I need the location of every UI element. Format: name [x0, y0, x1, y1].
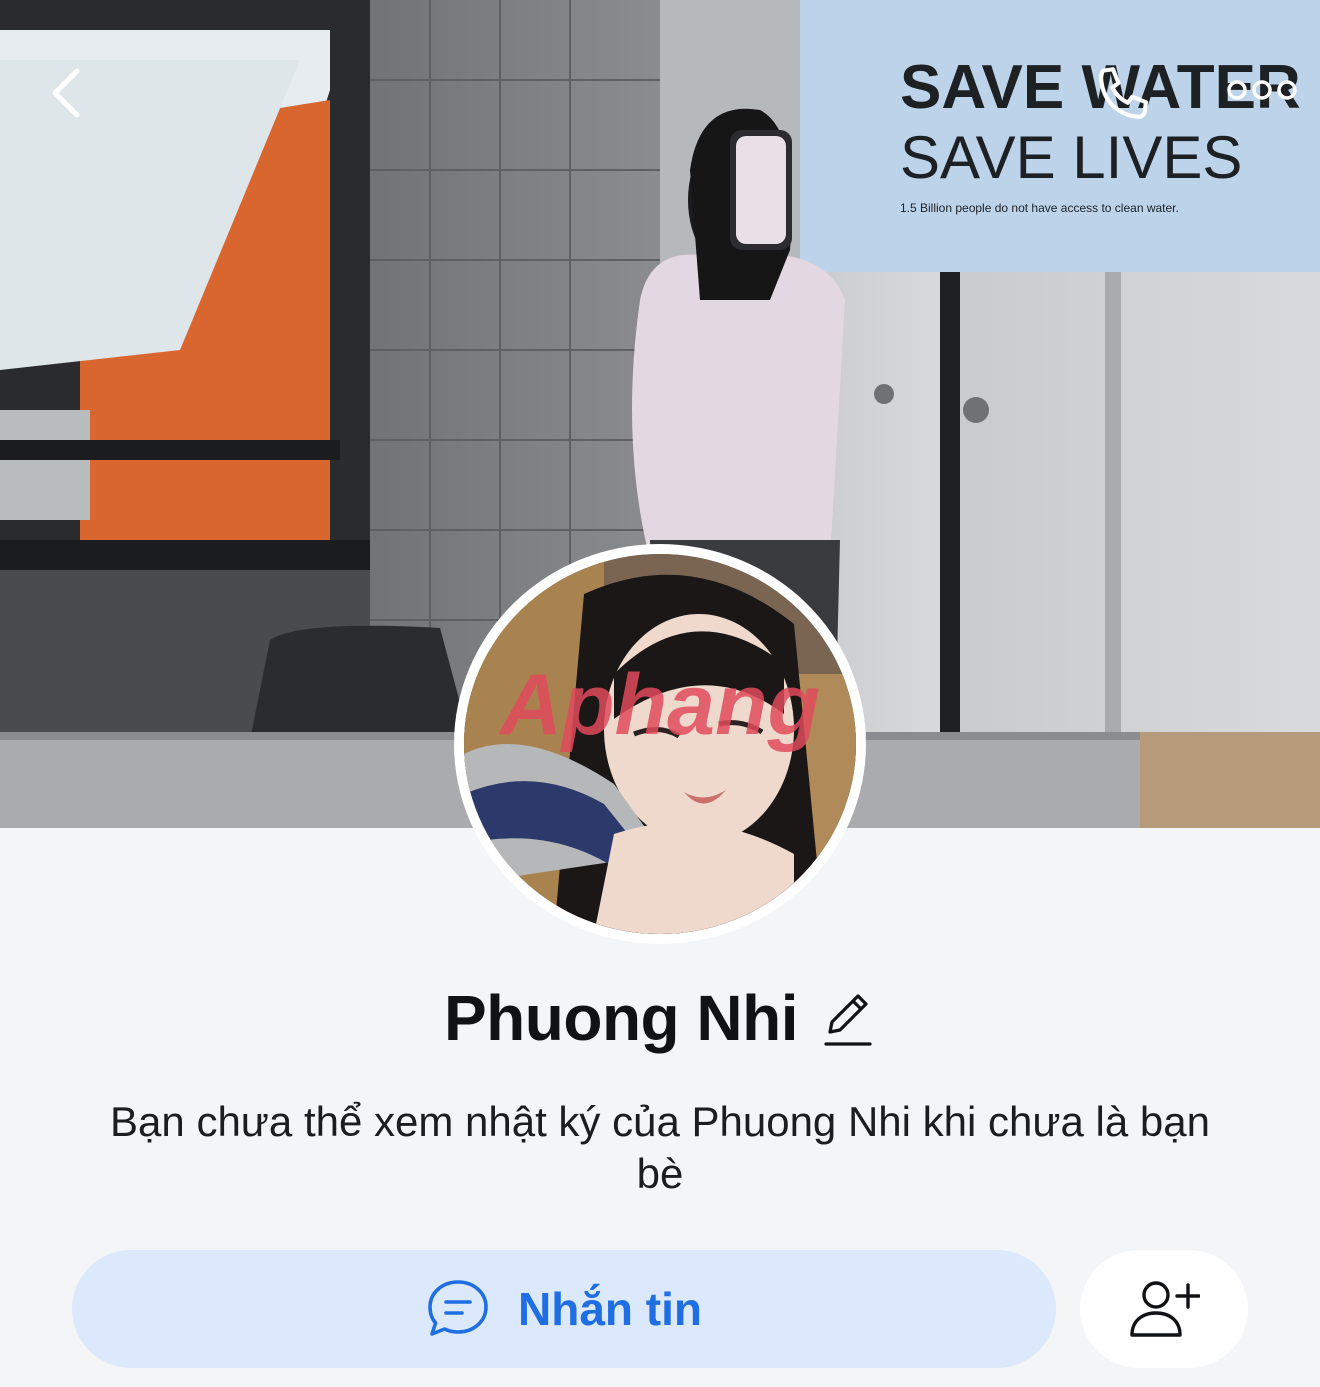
chevron-left-icon	[52, 68, 80, 118]
chat-bubble-icon	[428, 1280, 488, 1336]
watermark-text: Aphang	[498, 657, 820, 753]
add-friend-button[interactable]	[1080, 1250, 1248, 1368]
profile-name: Phuong Nhi	[443, 982, 799, 1054]
message-button-label: Nhắn tin	[518, 1283, 702, 1335]
pencil-icon	[824, 994, 872, 1046]
poster-small-text: 1.5 Billion people do not have access to…	[900, 201, 1179, 215]
profile-page: SAVE WATER SAVE LIVES 1.5 Billion people…	[0, 0, 1320, 1387]
avatar-illustration: Aphang	[464, 554, 856, 934]
more-horizontal-icon	[1227, 80, 1297, 100]
privacy-note: Bạn chưa thể xem nhật ký của Phuong Nhi …	[110, 1098, 1210, 1197]
profile-name-row: Phuong Nhi	[0, 978, 1320, 1058]
poster-line-2: SAVE LIVES	[900, 124, 1242, 191]
message-button[interactable]: Nhắn tin	[72, 1250, 1056, 1368]
more-options-button[interactable]	[1214, 64, 1310, 116]
call-button[interactable]	[1086, 56, 1162, 132]
back-button[interactable]	[30, 58, 100, 128]
edit-name-button[interactable]	[820, 987, 876, 1049]
profile-avatar[interactable]: Aphang	[454, 544, 866, 944]
phone-icon	[1099, 67, 1149, 119]
add-friend-icon	[1130, 1281, 1200, 1337]
avatar-photo: Aphang	[464, 554, 856, 934]
